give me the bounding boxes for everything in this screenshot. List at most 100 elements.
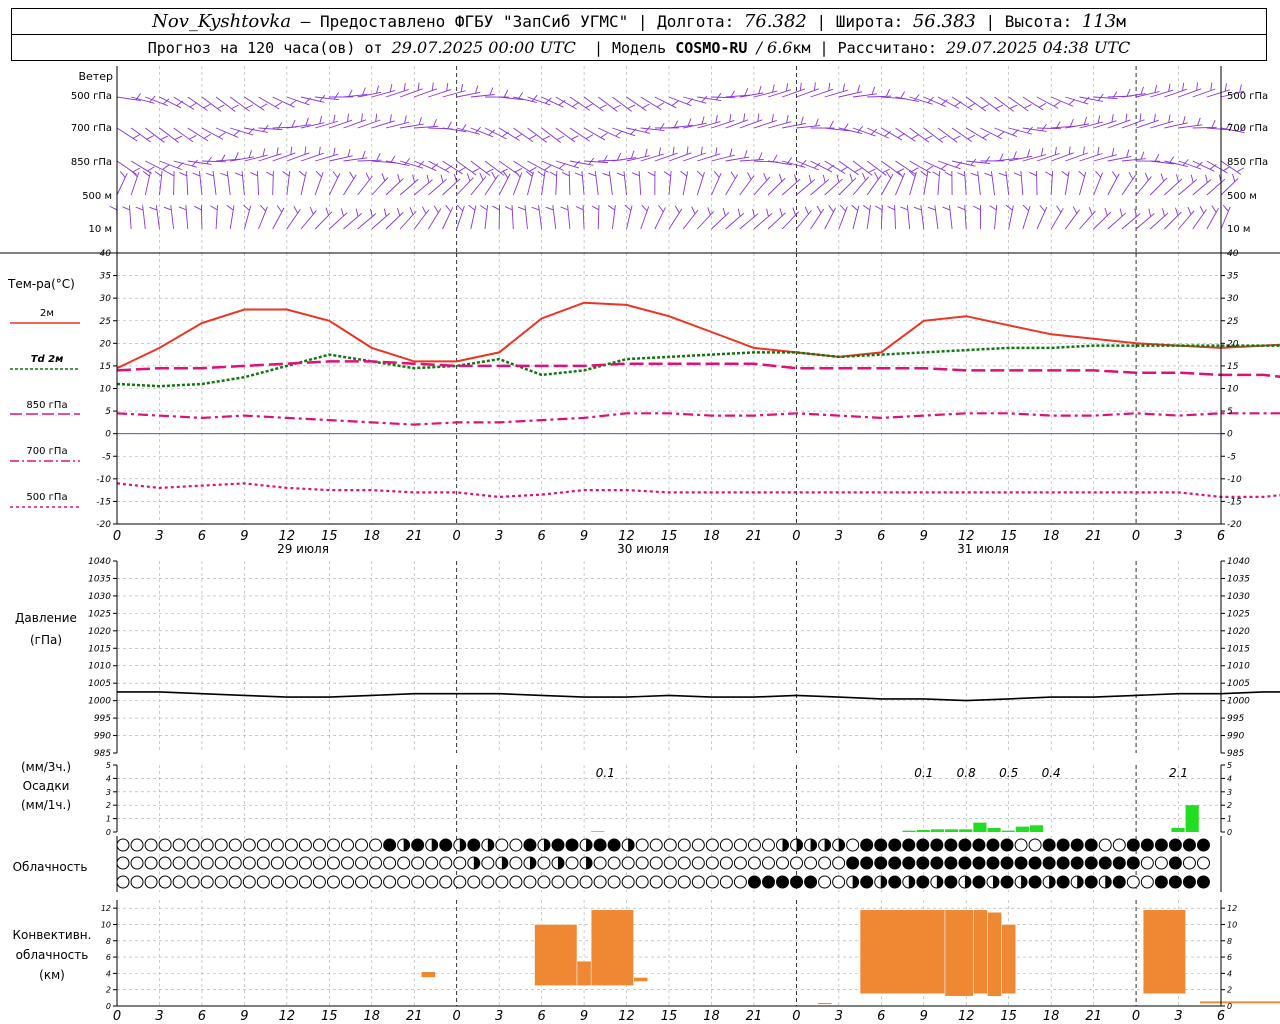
wind-barb-feather (989, 205, 997, 211)
wind-barb-feather (375, 113, 378, 122)
cloud-cover-icon (439, 875, 453, 889)
wind-barb-feather (260, 103, 268, 109)
legend-t500-label: 500 гПа (26, 492, 67, 503)
cloud-cover-icon (312, 856, 326, 870)
cloud-cover-icon (705, 838, 719, 852)
cloud-cover-icon (1196, 875, 1210, 889)
y-tick-label-right: 1025 (1227, 609, 1250, 619)
cloud-cover-icon (1196, 838, 1210, 852)
wind-barb (130, 172, 140, 196)
cloud-cover-icon (383, 838, 397, 852)
cloud-cover-icon (804, 856, 818, 870)
x-tick-label: 6 (1217, 1009, 1225, 1024)
x-tick-label: 3 (1174, 1009, 1182, 1024)
wind-barb-feather (984, 156, 991, 164)
y-tick-label-right: -10 (1227, 475, 1242, 485)
x-tick-label: 9 (920, 1009, 928, 1024)
y-tick-label-left: 30 (100, 294, 112, 304)
y-tick-label-right: 1005 (1227, 679, 1250, 689)
cloud-cover-icon (1154, 856, 1168, 870)
wind-barb-feather (298, 170, 306, 177)
wind-barb-feather (192, 172, 201, 177)
wind-barb-feather (1068, 146, 1071, 155)
wind-barb-feather (1197, 117, 1201, 126)
wind-barb-feather (913, 206, 922, 211)
cloud-cover-icon (776, 875, 790, 889)
wind-barb-feather (1161, 208, 1165, 217)
wind-barb (696, 171, 705, 196)
cloud-cover-icon (860, 856, 874, 870)
wind-barb (428, 160, 450, 173)
wind-barb-feather (460, 83, 464, 92)
wind-barb-feather (389, 114, 392, 123)
cloud-cover-icon (116, 875, 130, 889)
cloud-cover-icon (565, 838, 579, 852)
x-tick-label: 15 (321, 1009, 338, 1024)
wind-barb-feather (763, 173, 768, 181)
wind-barb-feather (799, 82, 802, 91)
wind-barb (552, 205, 557, 230)
wind-barb-feather (1038, 102, 1047, 108)
wind-barb (357, 213, 377, 230)
wind-barb-feather (218, 132, 226, 138)
cloud-cover-half-icon (880, 876, 887, 888)
y-tick-label-right: 990 (1227, 732, 1244, 742)
wind-barb-feather (722, 208, 726, 216)
cloud-cover-icon (902, 856, 916, 870)
wind-barb-feather (383, 208, 387, 217)
x-tick-label: 21 (1085, 1009, 1102, 1024)
cloud-cover-icon (1056, 856, 1070, 870)
wind-barb (258, 127, 283, 131)
cloud-cover-icon (495, 875, 509, 889)
cloud-cover-icon (214, 838, 228, 852)
wind-barb-feather (194, 205, 202, 211)
temp-panel-title: Тем-ра(°С) (7, 277, 75, 291)
wind-barb-feather (672, 146, 675, 155)
y-tick-label-right: 5 (1227, 407, 1233, 417)
wind-barb-feather (758, 152, 763, 160)
x-tick-label: 15 (661, 1009, 678, 1024)
conv-panel-title: Конвективн. (13, 928, 92, 942)
cloud-cover-icon (341, 838, 355, 852)
wind-barb (343, 119, 367, 129)
wind-barb (612, 96, 632, 112)
wind-barb-feather (1069, 118, 1074, 127)
wind-barb (1192, 126, 1217, 129)
wind-barb-feather (1005, 204, 1013, 211)
wind-barb (711, 119, 735, 129)
cloud-cover-icon (1112, 856, 1126, 870)
wind-barb-feather (839, 204, 846, 212)
cloud-cover-icon (214, 856, 228, 870)
conv-cloud-bar (534, 924, 578, 986)
wind-barb-feather (1126, 88, 1131, 97)
wind-barb-feather (389, 83, 393, 92)
wind-barb (582, 205, 585, 230)
cloud-cover-icon (200, 875, 214, 889)
wind-barb (555, 127, 576, 143)
y-tick-label-left: 1030 (88, 592, 111, 602)
wind-barb-feather (998, 172, 1007, 177)
wind-barb-feather (1199, 206, 1205, 214)
wind-barb (725, 119, 749, 129)
wind-barb-feather (502, 171, 509, 179)
precip-bar (591, 831, 605, 832)
wind-barb-feather (701, 95, 708, 103)
cloud-cover-icon (1196, 856, 1210, 870)
wind-barb (881, 160, 901, 176)
wind-barb (1107, 119, 1131, 129)
wind-barb-feather (1153, 113, 1156, 122)
wind-barb-feather (854, 167, 862, 173)
wind-barb (753, 176, 771, 196)
wind-barb-feather (503, 89, 509, 98)
wind-barb (357, 91, 382, 98)
wind-barb-feather (561, 172, 570, 177)
cloud-cover-icon (790, 875, 804, 889)
wind-barb (668, 152, 692, 162)
cloud-cover-icon (930, 856, 944, 870)
wind-barb-feather (544, 165, 552, 171)
wind-barb (796, 210, 812, 230)
cloud-cover-icon (439, 856, 453, 870)
wind-barb (315, 120, 339, 129)
meteogram-chart: 0.1 0.1 0.8 0.5 0.4 2.1 -20 -20 -15 -15 -10 -10 -5 -… (0, 66, 1280, 1024)
wind-barb-feather (514, 170, 521, 178)
